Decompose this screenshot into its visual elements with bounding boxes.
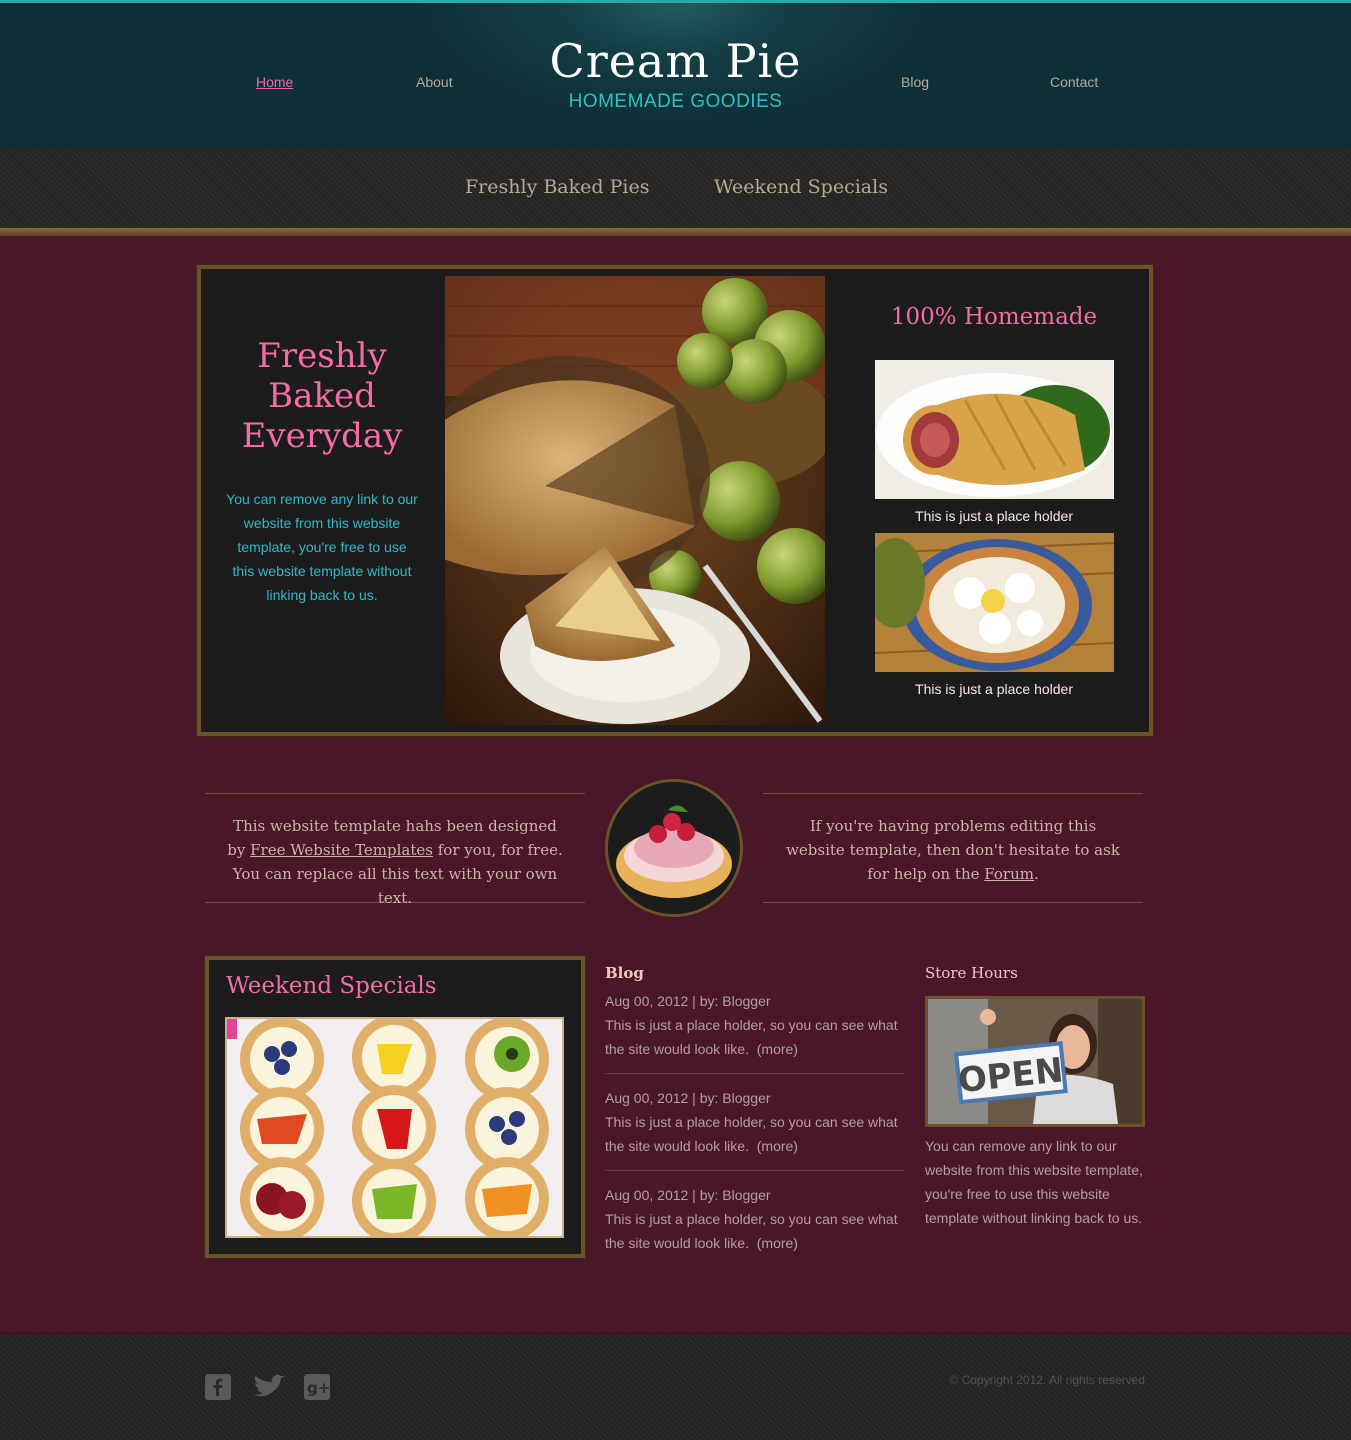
blog-post-text: This is just a place holder, so you can … — [605, 1211, 898, 1251]
nav-contact[interactable]: Contact — [1050, 74, 1098, 90]
raspberry-tart-medallion — [605, 779, 743, 917]
subnav-freshly-baked-pies[interactable]: Freshly Baked Pies — [465, 176, 649, 198]
featured-heading-line: Freshly — [257, 336, 387, 376]
intro-text-part: . — [1033, 865, 1039, 883]
subnav-weekend-specials[interactable]: Weekend Specials — [714, 176, 888, 198]
sub-navigation-divider — [0, 228, 1351, 236]
blog-post-excerpt: This is just a place holder, so you can … — [605, 1110, 910, 1158]
featured-heading: Freshly Baked Everyday — [224, 336, 420, 456]
blog-post-meta: Aug 00, 2012 | by: Blogger — [605, 1090, 771, 1106]
intro-left-text: This website template hahs been designed… — [222, 814, 568, 910]
store-hours-heading: Store Hours — [925, 964, 1018, 982]
site-tagline: HOMEMADE GOODIES — [568, 91, 783, 112]
apple-pie-photo — [445, 276, 825, 725]
facebook-icon[interactable] — [205, 1374, 231, 1400]
blog-heading: Blog — [605, 964, 644, 982]
blog-post-more-link[interactable]: (more) — [757, 1235, 798, 1251]
blog-post-excerpt: This is just a place holder, so you can … — [605, 1207, 910, 1255]
blog-post-meta: Aug 00, 2012 | by: Blogger — [605, 993, 771, 1009]
blog-post-more-link[interactable]: (more) — [757, 1041, 798, 1057]
blog-post-meta: Aug 00, 2012 | by: Blogger — [605, 1187, 771, 1203]
twitter-icon[interactable] — [251, 1374, 287, 1400]
beef-wellington-photo[interactable] — [875, 360, 1114, 499]
thumbnail-caption: This is just a place holder — [915, 681, 1073, 697]
intro-right-text: If you're having problems editing this w… — [780, 814, 1126, 886]
thumbnail-caption: This is just a place holder — [915, 508, 1073, 524]
site-logo-title[interactable]: Cream Pie — [0, 34, 1351, 88]
store-hours-text: You can remove any link to our website f… — [925, 1138, 1143, 1226]
weekend-specials-heading: Weekend Specials — [226, 973, 437, 999]
sub-navigation-bar — [0, 148, 1351, 230]
blog-post-excerpt: This is just a place holder, so you can … — [605, 1013, 910, 1061]
google-plus-icon[interactable]: g+ — [304, 1374, 330, 1400]
copyright-text: © Copyright 2012. All rights reserved — [949, 1373, 1145, 1387]
featured-description: You can remove any link to our website f… — [226, 491, 418, 603]
nav-blog[interactable]: Blog — [901, 74, 929, 90]
intro-text-part: If you're having problems editing this w… — [786, 817, 1120, 883]
featured-heading-line: Everyday — [241, 416, 403, 456]
site-footer — [0, 1332, 1351, 1440]
svg-text:g+: g+ — [307, 1379, 330, 1397]
featured-heading-line: Baked — [268, 376, 376, 416]
cream-tart-photo[interactable] — [875, 533, 1114, 672]
forum-link[interactable]: Forum — [984, 865, 1034, 883]
blog-post-more-link[interactable]: (more) — [757, 1138, 798, 1154]
open-sign-photo[interactable]: OPEN — [925, 996, 1145, 1127]
blog-post-text: This is just a place holder, so you can … — [605, 1017, 898, 1057]
blog-post-divider — [605, 1170, 905, 1171]
blog-post-divider — [605, 1073, 905, 1074]
homemade-heading: 100% Homemade — [890, 304, 1098, 330]
fruit-tarts-photo[interactable] — [225, 1017, 564, 1238]
free-website-templates-link[interactable]: Free Website Templates — [250, 841, 433, 859]
blog-post-text: This is just a place holder, so you can … — [605, 1114, 898, 1154]
